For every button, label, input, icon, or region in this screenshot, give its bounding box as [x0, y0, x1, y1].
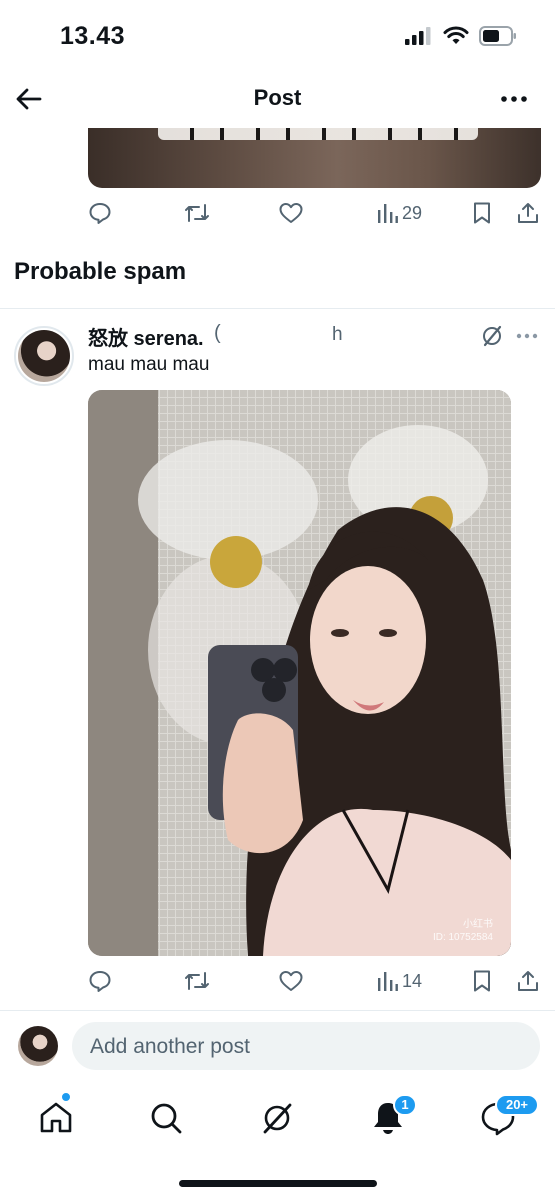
battery-icon	[479, 26, 516, 46]
status-icons	[405, 26, 517, 46]
nav-bar: Post	[0, 70, 555, 128]
share-icon	[518, 203, 538, 223]
status-bar: 13.43	[0, 0, 555, 70]
grok-icon[interactable]	[480, 324, 504, 348]
post-text: mau mau mau	[88, 354, 210, 375]
share-button[interactable]	[516, 198, 540, 228]
reply-button[interactable]	[88, 966, 112, 996]
home-icon[interactable]	[36, 1098, 76, 1138]
divider	[0, 308, 555, 309]
previous-post-media[interactable]	[88, 128, 541, 188]
divider	[0, 1010, 555, 1011]
wifi-icon	[443, 26, 469, 44]
reply-icon	[89, 971, 111, 992]
reply-button[interactable]	[88, 198, 112, 228]
post-actions: 14	[88, 966, 541, 996]
notifications-badge: 1	[393, 1094, 417, 1116]
repost-button[interactable]	[184, 198, 210, 228]
bookmark-button[interactable]	[471, 966, 493, 996]
photo-illustration	[88, 390, 511, 956]
status-time: 13.43	[60, 22, 126, 50]
more-icon[interactable]	[499, 84, 529, 114]
like-icon	[279, 971, 303, 991]
author-name[interactable]: 怒放 serena.	[88, 322, 204, 351]
like-icon	[279, 203, 303, 223]
author-handle[interactable]: (	[214, 322, 221, 345]
page-title: Post	[253, 85, 302, 110]
post-media-photo[interactable]: 小红书 ID: 10752584	[88, 390, 511, 956]
home-unread-dot	[61, 1092, 71, 1102]
tab-bar: 1 20+	[0, 1084, 555, 1154]
repost-icon	[185, 204, 209, 222]
search-icon[interactable]	[146, 1098, 186, 1138]
share-icon	[518, 971, 538, 991]
media-watermark: 小红书 ID: 10752584	[432, 919, 493, 943]
views-icon	[378, 204, 398, 223]
views-count: 14	[402, 970, 423, 991]
grok-tab-icon[interactable]	[257, 1098, 297, 1138]
signal-icon	[405, 27, 431, 45]
reply-avatar	[18, 1026, 58, 1066]
like-button[interactable]	[278, 198, 304, 228]
bookmark-icon	[474, 202, 490, 224]
avatar[interactable]	[18, 330, 70, 382]
views-button[interactable]: 14	[376, 966, 422, 996]
section-title: Probable spam	[14, 258, 187, 285]
bookmark-icon	[474, 970, 490, 992]
add-post-input[interactable]: Add another post	[72, 1022, 540, 1070]
like-button[interactable]	[278, 966, 304, 996]
previous-post-actions: 29	[88, 198, 541, 228]
views-button[interactable]: 29	[376, 198, 422, 228]
share-button[interactable]	[516, 966, 540, 996]
reply-icon	[89, 203, 111, 224]
messages-badge: 20+	[495, 1094, 539, 1116]
post-timestamp[interactable]: h	[332, 324, 343, 346]
views-count: 29	[402, 202, 423, 223]
media-caption-overlay	[158, 128, 478, 140]
post-more-icon[interactable]	[514, 324, 540, 348]
views-icon	[378, 972, 398, 991]
repost-button[interactable]	[184, 966, 210, 996]
repost-icon	[185, 972, 209, 990]
home-indicator	[179, 1180, 377, 1187]
bookmark-button[interactable]	[471, 198, 493, 228]
